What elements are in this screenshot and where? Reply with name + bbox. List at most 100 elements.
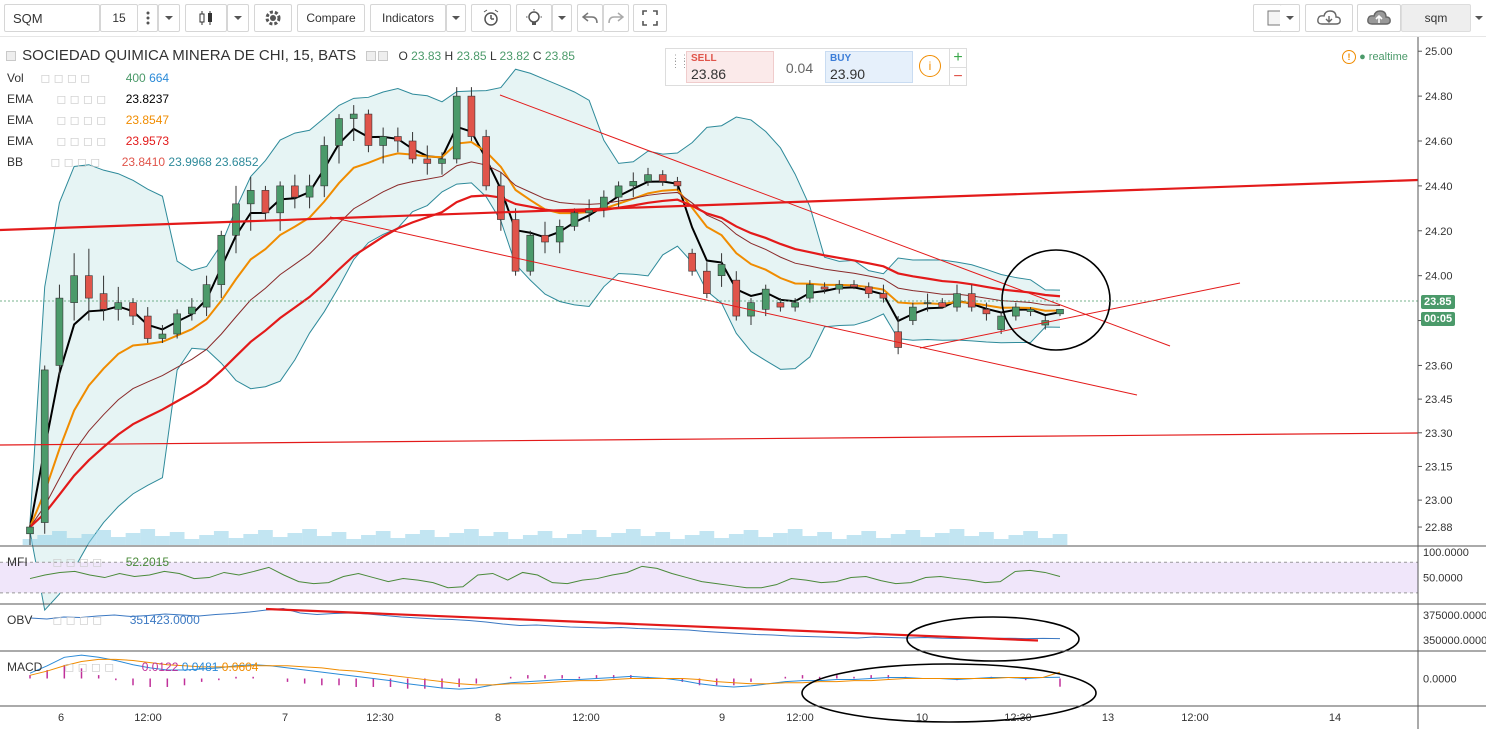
cloud-download-icon[interactable] [1305, 4, 1353, 32]
candle-body [276, 185, 284, 214]
candle-body [703, 270, 711, 294]
volume-bar [949, 529, 965, 545]
candle [452, 87, 461, 164]
color-dropdown-icon[interactable] [1280, 4, 1300, 32]
candle [526, 230, 535, 276]
ema2-controls[interactable]: ◻ ◻ ◻ ◻ [56, 112, 122, 128]
candle-body [305, 185, 314, 198]
ema1-value: 23.8237 [125, 92, 170, 106]
volume-bar [140, 529, 156, 545]
volume-bar [478, 536, 494, 545]
compare-button[interactable]: Compare [297, 4, 365, 32]
volume-bar [993, 539, 1009, 545]
candle [173, 309, 181, 339]
chart-canvas[interactable]: 25.0024.8024.6024.4024.2024.0023.8023.60… [0, 37, 1486, 729]
candle-body [850, 284, 858, 288]
buy-price: 23.90 [830, 66, 866, 82]
volume-bar [66, 538, 82, 545]
warning-icon[interactable]: ! [1342, 50, 1356, 64]
h-label: H [444, 49, 454, 63]
collapse-icon[interactable] [6, 51, 16, 62]
mfi-band [0, 562, 1418, 593]
l-label: L [489, 49, 497, 63]
volume-bar [184, 539, 200, 545]
time-tick-label: 7 [282, 712, 288, 724]
volume-bar [773, 533, 788, 545]
interval-select[interactable]: 15 [100, 4, 138, 32]
low-value: 23.82 [499, 49, 530, 63]
sell-button[interactable]: SELL 23.86 [686, 51, 774, 83]
price-tick-label: 23.15 [1425, 461, 1453, 473]
fullscreen-icon[interactable] [633, 4, 667, 32]
volume-bar [169, 532, 185, 545]
symbol-tab[interactable]: sqm [1401, 4, 1471, 32]
candle-body [1026, 309, 1035, 312]
time-tick-label: 12:00 [786, 712, 814, 724]
chart-type-dropdown-icon[interactable] [227, 4, 249, 32]
quantity-plus-button[interactable]: + [949, 49, 966, 67]
candle [55, 284, 64, 377]
settings-gear-icon[interactable] [254, 4, 292, 32]
volume-bar [728, 534, 744, 545]
candle-body [629, 181, 638, 187]
candle-body [202, 284, 211, 308]
macd-controls[interactable]: ◻ ◻ ◻ ◻ [64, 659, 138, 675]
spread-value: 0.04 [785, 60, 814, 76]
undo-icon[interactable] [577, 4, 603, 32]
more-menu-icon[interactable] [138, 4, 158, 32]
volume-bar [449, 533, 465, 545]
bb-label: BB [7, 155, 24, 169]
ema3-controls[interactable]: ◻ ◻ ◻ ◻ [56, 133, 122, 149]
mfi-controls[interactable]: ◻ ◻ ◻ ◻ [52, 554, 122, 570]
ema3-value: 23.9573 [125, 134, 170, 148]
symbol-text: SQM [13, 10, 43, 26]
volume-bar [655, 532, 671, 545]
candle-body [320, 145, 329, 187]
candle-body [732, 279, 741, 317]
buy-label: BUY [830, 53, 852, 64]
price-tick-label: 24.60 [1425, 136, 1453, 148]
candle-body [894, 331, 902, 348]
candle-body [467, 95, 476, 137]
info-icon[interactable]: i [919, 55, 941, 77]
candle-body [232, 203, 240, 236]
bb-controls[interactable]: ◻ ◻ ◻ ◻ [50, 154, 118, 170]
chart-type-button[interactable] [185, 4, 227, 32]
ema1-controls[interactable]: ◻ ◻ ◻ ◻ [56, 91, 122, 107]
candle-body [217, 234, 226, 285]
vol-controls[interactable]: ◻ ◻ ◻ ◻ [40, 70, 122, 86]
eye-icon[interactable] [378, 51, 389, 62]
cloud-upload-icon[interactable] [1357, 4, 1401, 32]
ideas-dropdown-icon[interactable] [552, 4, 572, 32]
buy-button[interactable]: BUY 23.90 [825, 51, 913, 83]
candle-body [997, 315, 1005, 330]
price-tick-label: 24.80 [1425, 91, 1453, 103]
quantity-minus-button[interactable]: − [949, 67, 966, 86]
symbol-tab-dropdown-icon[interactable] [1471, 4, 1486, 32]
drag-handle-icon[interactable]: ⋮⋮ ⋮⋮ [671, 54, 689, 79]
settings-icon[interactable] [366, 51, 377, 62]
candle-body [791, 302, 799, 308]
obv-controls[interactable]: ◻ ◻ ◻ ◻ [52, 612, 126, 628]
candle-body [1012, 306, 1020, 317]
candle-body [909, 306, 917, 321]
time-tick-label: 12:30 [1004, 712, 1032, 724]
interval-dropdown-icon[interactable] [158, 4, 180, 32]
candle-body [938, 302, 947, 308]
symbol-input[interactable]: SQM [4, 4, 100, 32]
volume-bar [714, 538, 729, 545]
alert-clock-icon[interactable] [471, 4, 511, 32]
redo-icon[interactable] [603, 4, 629, 32]
ideas-lightbulb-icon[interactable] [516, 4, 552, 32]
indicators-button[interactable]: Indicators [370, 4, 446, 32]
indicators-dropdown-icon[interactable] [446, 4, 466, 32]
candle-body [526, 234, 535, 272]
mfi-pane [0, 561, 1418, 594]
time-tick-label: 10 [916, 712, 928, 724]
ema3-label: EMA [7, 134, 34, 148]
open-value: 23.83 [411, 49, 442, 63]
candle-body [143, 315, 152, 339]
obv-trendline [265, 607, 1039, 642]
volume-bar [831, 539, 847, 545]
volume-bar [581, 530, 597, 545]
